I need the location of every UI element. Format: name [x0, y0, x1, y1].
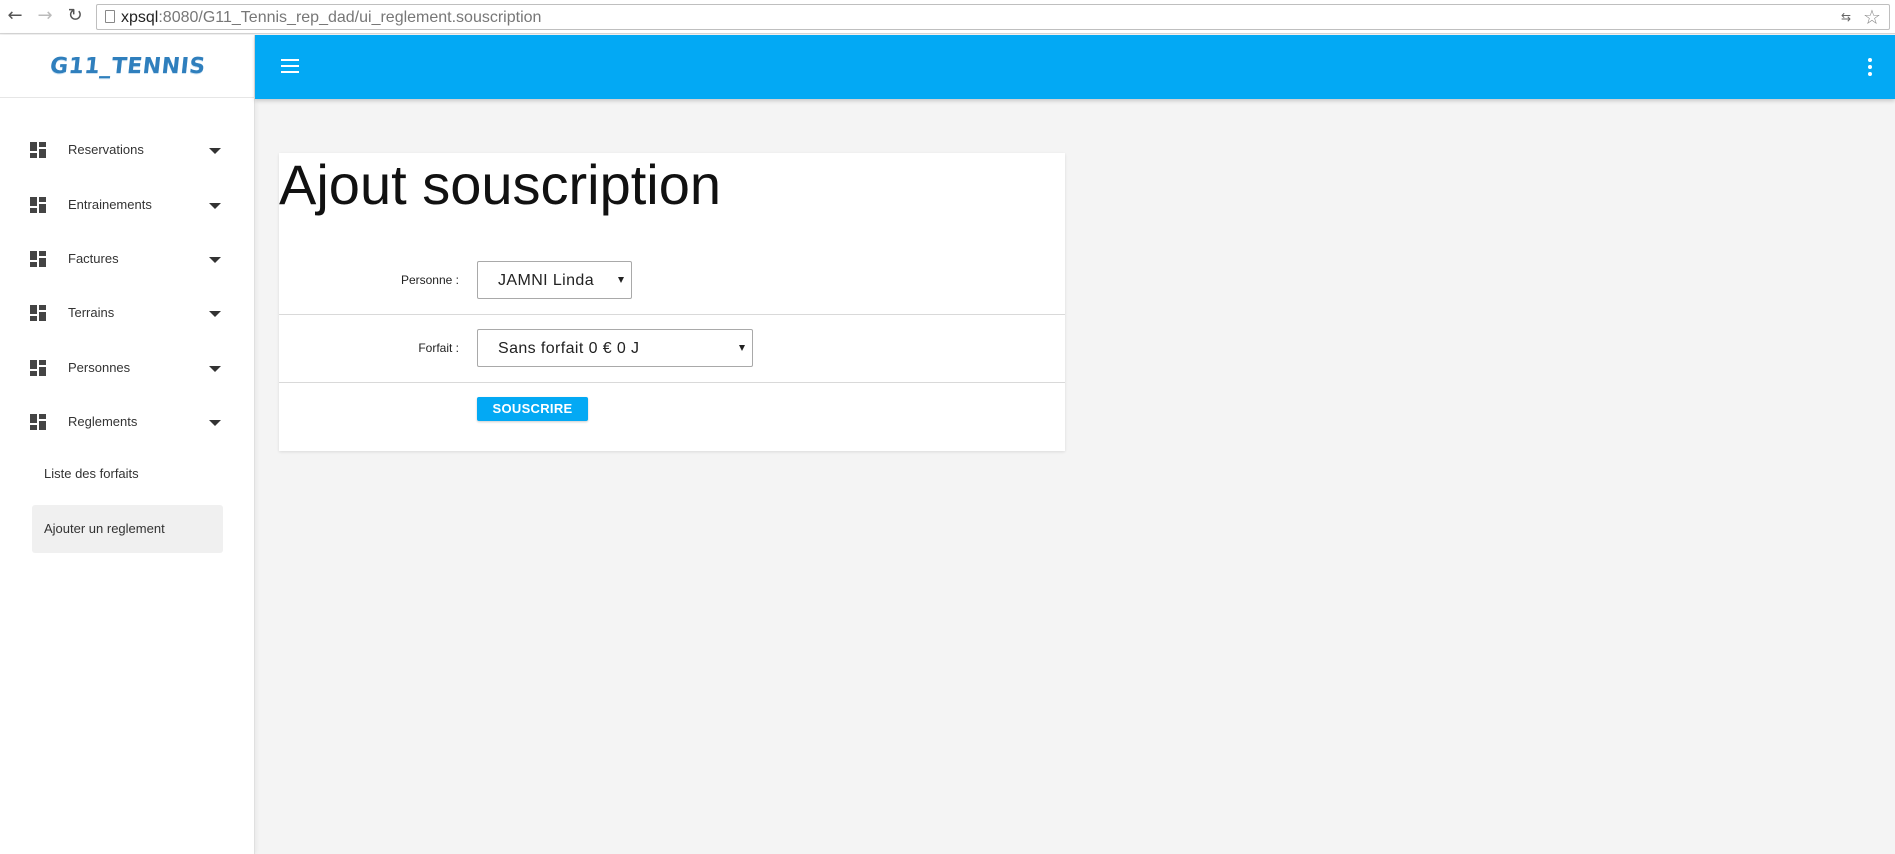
- caret-down-icon: [209, 420, 221, 426]
- chevron-down-icon: [739, 345, 745, 351]
- back-arrow-icon[interactable]: ←: [4, 5, 26, 27]
- sidebar-subitem-ajouter-un-reglement[interactable]: Ajouter un reglement: [32, 505, 223, 553]
- reload-icon[interactable]: ↻: [64, 5, 86, 27]
- sidebar-item-label: Personnes: [68, 360, 131, 375]
- divider: [279, 314, 1065, 315]
- dashboard-icon: [30, 142, 46, 158]
- more-vert-icon[interactable]: [1867, 58, 1873, 76]
- translate-icon[interactable]: ⇆: [1837, 8, 1855, 26]
- caret-down-icon: [209, 203, 221, 209]
- souscrire-button[interactable]: SOUSCRIRE: [477, 397, 588, 421]
- sidebar-item-label: Reservations: [68, 142, 144, 157]
- sidebar-item-label: Factures: [68, 251, 119, 266]
- personne-select[interactable]: JAMNI Linda: [477, 261, 632, 299]
- sidebar: G11_TENNIS Reservations Entrainements Fa…: [0, 35, 255, 854]
- forfait-select[interactable]: Sans forfait 0 € 0 J: [477, 329, 753, 367]
- sidebar-subitem-label: Liste des forfaits: [44, 466, 139, 481]
- page-title: Ajout souscription: [279, 153, 722, 216]
- url-text: xpsql:8080/G11_Tennis_rep_dad/ui_regleme…: [121, 9, 541, 27]
- souscription-card: Ajout souscription Personne : JAMNI Lind…: [279, 153, 1065, 451]
- app-bar: [255, 35, 1895, 99]
- sidebar-item-reservations[interactable]: Reservations: [0, 130, 255, 170]
- dashboard-icon: [30, 360, 46, 376]
- browser-toolbar: ← → ↻ xpsql:8080/G11_Tennis_rep_dad/ui_r…: [0, 0, 1895, 34]
- sidebar-item-terrains[interactable]: Terrains: [0, 293, 255, 333]
- caret-down-icon: [209, 311, 221, 317]
- sidebar-item-reglements[interactable]: Reglements: [0, 402, 255, 442]
- dashboard-icon: [30, 414, 46, 430]
- caret-down-icon: [209, 366, 221, 372]
- personne-label: Personne :: [400, 273, 459, 287]
- sidebar-item-label: Reglements: [68, 414, 138, 429]
- sidebar-item-label: Terrains: [68, 305, 115, 320]
- dashboard-icon: [30, 251, 46, 267]
- page-icon: [105, 10, 115, 23]
- sidebar-subitem-liste-des-forfaits[interactable]: Liste des forfaits: [32, 450, 223, 498]
- sidebar-item-label: Entrainements: [68, 197, 152, 212]
- sidebar-item-factures[interactable]: Factures: [0, 239, 255, 279]
- forfait-label: Forfait :: [418, 341, 459, 355]
- sidebar-subitem-label: Ajouter un reglement: [44, 521, 165, 536]
- logo-text: G11_TENNIS: [48, 54, 207, 79]
- chevron-down-icon: [618, 277, 624, 283]
- star-icon[interactable]: ☆: [1861, 6, 1883, 28]
- dashboard-icon: [30, 305, 46, 321]
- caret-down-icon: [209, 257, 221, 263]
- caret-down-icon: [209, 148, 221, 154]
- url-host: xpsql: [121, 9, 159, 26]
- dashboard-icon: [30, 197, 46, 213]
- forward-arrow-icon[interactable]: →: [34, 5, 56, 27]
- sidebar-item-entrainements[interactable]: Entrainements: [0, 185, 255, 225]
- divider: [279, 382, 1065, 383]
- url-path: :8080/G11_Tennis_rep_dad/ui_reglement.so…: [158, 9, 542, 26]
- sidebar-item-personnes[interactable]: Personnes: [0, 348, 255, 388]
- logo[interactable]: G11_TENNIS: [0, 35, 255, 98]
- address-bar[interactable]: xpsql:8080/G11_Tennis_rep_dad/ui_regleme…: [96, 4, 1890, 30]
- forfait-select-value: Sans forfait 0 € 0 J: [498, 340, 640, 357]
- personne-select-value: JAMNI Linda: [498, 272, 594, 289]
- hamburger-menu-icon[interactable]: [281, 59, 299, 73]
